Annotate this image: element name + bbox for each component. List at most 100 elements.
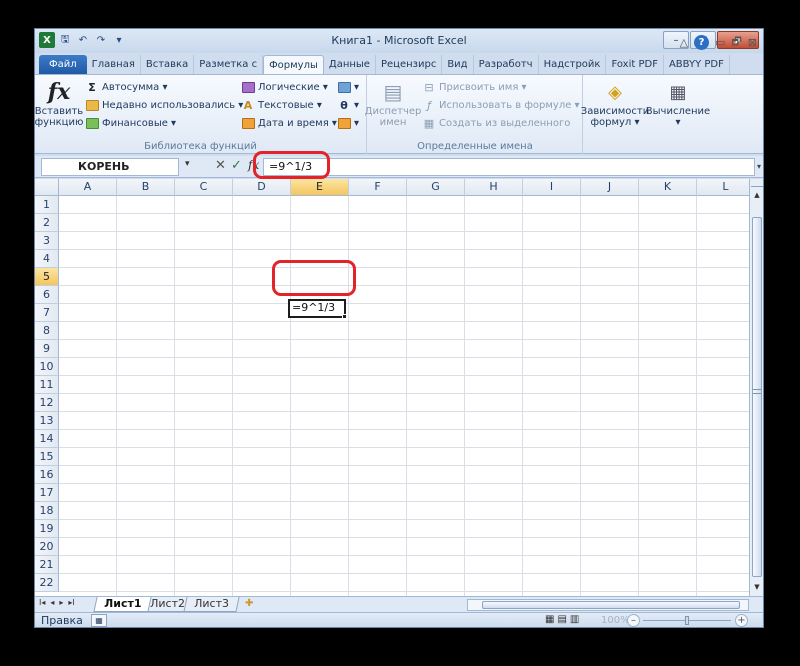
insert-function-button[interactable]: fx Вставить функцию [35, 79, 83, 129]
row-header-5[interactable]: 5 [35, 268, 59, 286]
horizontal-scroll-thumb[interactable] [482, 601, 740, 609]
name-box-dropdown-icon[interactable]: ▾ [185, 159, 190, 169]
dependencies-button[interactable]: ◈ Зависимости формул ▾ [581, 79, 649, 128]
column-header-i[interactable]: I [523, 179, 581, 196]
worksheet-grid[interactable]: A B C D E F G H I J K L 1 2 3 4 5 6 7 8 9 10 11 12 13 14 15 16 17 18 1… [35, 179, 749, 596]
zoom-level[interactable]: 100% [601, 615, 630, 626]
row-header-12[interactable]: 12 [35, 394, 59, 412]
column-header-d[interactable]: D [233, 179, 291, 196]
zoom-slider-thumb[interactable] [685, 616, 689, 625]
scroll-up-icon[interactable]: ▲ [751, 189, 763, 202]
assign-name-button[interactable]: ⊟ Присвоить имя ▾ [422, 79, 526, 95]
row-header-4[interactable]: 4 [35, 250, 59, 268]
name-manager-button[interactable]: ▤ Диспетчер имен [365, 79, 422, 129]
autosum-button[interactable]: Σ Автосумма ▾ [85, 79, 167, 95]
sheet-tab-1[interactable]: Лист1 [93, 597, 153, 612]
row-header-15[interactable]: 15 [35, 448, 59, 466]
row-header-18[interactable]: 18 [35, 502, 59, 520]
tab-11[interactable]: ABBYY PDF [664, 55, 730, 74]
cancel-icon[interactable]: ✕ [215, 158, 226, 173]
zoom-out-icon[interactable]: – [627, 614, 640, 627]
normal-view-icon[interactable]: ▦ [545, 614, 554, 625]
row-header-22[interactable]: 22 [35, 574, 59, 592]
row-header-8[interactable]: 8 [35, 322, 59, 340]
tab-7[interactable]: Вид [442, 55, 474, 74]
create-from-selection-button[interactable]: ▦ Создать из выделенного [422, 115, 571, 131]
row-header-2[interactable]: 2 [35, 214, 59, 232]
column-header-a[interactable]: A [59, 179, 117, 196]
column-header-j[interactable]: J [581, 179, 639, 196]
tab-5[interactable]: Данные [324, 55, 376, 74]
macro-record-icon[interactable]: ▦ [91, 614, 107, 627]
fill-handle[interactable] [342, 314, 347, 319]
row-header-14[interactable]: 14 [35, 430, 59, 448]
more-functions-button[interactable]: ▾ [337, 115, 359, 131]
row-header-19[interactable]: 19 [35, 520, 59, 538]
doc-minimize-icon[interactable]: ▭ [715, 36, 725, 49]
insert-fx-icon[interactable]: fx [248, 158, 259, 172]
row-header-7[interactable]: 7 [35, 304, 59, 322]
column-header-c[interactable]: C [175, 179, 233, 196]
row-header-17[interactable]: 17 [35, 484, 59, 502]
row-header-6[interactable]: 6 [35, 286, 59, 304]
tab-4[interactable]: Формулы [263, 55, 324, 74]
row-header-11[interactable]: 11 [35, 376, 59, 394]
name-box[interactable]: КОРЕНЬ [41, 158, 179, 176]
sheet-nav-3-icon[interactable]: ▸I [68, 598, 74, 607]
row-header-13[interactable]: 13 [35, 412, 59, 430]
tab-8[interactable]: Разработч [474, 55, 539, 74]
sheet-nav-1-icon[interactable]: ◂ [50, 598, 54, 607]
select-all-corner[interactable] [35, 179, 59, 196]
active-cell-E5[interactable]: =9^1/3 [288, 299, 346, 318]
row-header-1[interactable]: 1 [35, 196, 59, 214]
calculation-button[interactable]: ▦ Вычисление ▾ [646, 79, 710, 128]
recent-functions-button[interactable]: Недавно использовались ▾ [85, 97, 243, 113]
tab-2[interactable]: Вставка [141, 55, 195, 74]
tab-6[interactable]: Рецензирс [376, 55, 443, 74]
sheet-tab-3[interactable]: Лист3 [183, 597, 240, 612]
doc-close-icon[interactable]: ⊠ [748, 36, 757, 49]
expand-formula-bar-icon[interactable]: ▾ [757, 162, 761, 171]
split-box[interactable] [751, 179, 763, 187]
insert-sheet-icon[interactable]: ✚ [245, 598, 253, 609]
column-header-g[interactable]: G [407, 179, 465, 196]
enter-icon[interactable]: ✓ [231, 158, 242, 173]
financial-functions-button[interactable]: Финансовые ▾ [85, 115, 176, 131]
horizontal-scrollbar[interactable] [467, 599, 749, 611]
column-header-b[interactable]: B [117, 179, 175, 196]
sheet-nav-0-icon[interactable]: I◂ [39, 598, 45, 607]
tab-9[interactable]: Надстройк [539, 55, 607, 74]
tab-3[interactable]: Разметка с [194, 55, 264, 74]
vertical-scrollbar[interactable]: ▲ ▼ [749, 179, 763, 596]
lookup-functions-button[interactable]: ▾ [337, 79, 359, 95]
sheet-nav-2-icon[interactable]: ▸ [59, 598, 63, 607]
row-header-10[interactable]: 10 [35, 358, 59, 376]
collapse-ribbon-icon[interactable]: △ [680, 36, 688, 49]
row-header-16[interactable]: 16 [35, 466, 59, 484]
scroll-down-icon[interactable]: ▼ [751, 581, 763, 594]
row-header-21[interactable]: 21 [35, 556, 59, 574]
column-header-l[interactable]: L [697, 179, 749, 196]
row-header-9[interactable]: 9 [35, 340, 59, 358]
column-header-f[interactable]: F [349, 179, 407, 196]
formula-input[interactable]: =9^1/3 [263, 158, 755, 176]
help-icon[interactable]: ? [694, 35, 710, 50]
column-header-h[interactable]: H [465, 179, 523, 196]
text-functions-button[interactable]: A Текстовые ▾ [241, 97, 322, 113]
column-header-k[interactable]: K [639, 179, 697, 196]
datetime-functions-button[interactable]: Дата и время ▾ [241, 115, 337, 131]
page-break-view-icon[interactable]: ▥ [570, 614, 579, 625]
tab-10[interactable]: Foxit PDF [606, 55, 664, 74]
vertical-scroll-thumb[interactable] [752, 217, 762, 577]
zoom-in-icon[interactable]: + [735, 614, 748, 627]
row-header-3[interactable]: 3 [35, 232, 59, 250]
math-functions-button[interactable]: θ ▾ [337, 97, 359, 113]
column-header-e[interactable]: E [291, 179, 349, 196]
logical-functions-button[interactable]: Логические ▾ [241, 79, 328, 95]
doc-restore-icon[interactable]: 🗗 [731, 33, 741, 52]
page-layout-view-icon[interactable]: ▤ [557, 614, 566, 625]
use-in-formula-button[interactable]: ƒ Использовать в формуле ▾ [422, 97, 580, 113]
tab-0[interactable]: Файл [39, 55, 87, 74]
row-header-20[interactable]: 20 [35, 538, 59, 556]
tab-1[interactable]: Главная [87, 55, 141, 74]
